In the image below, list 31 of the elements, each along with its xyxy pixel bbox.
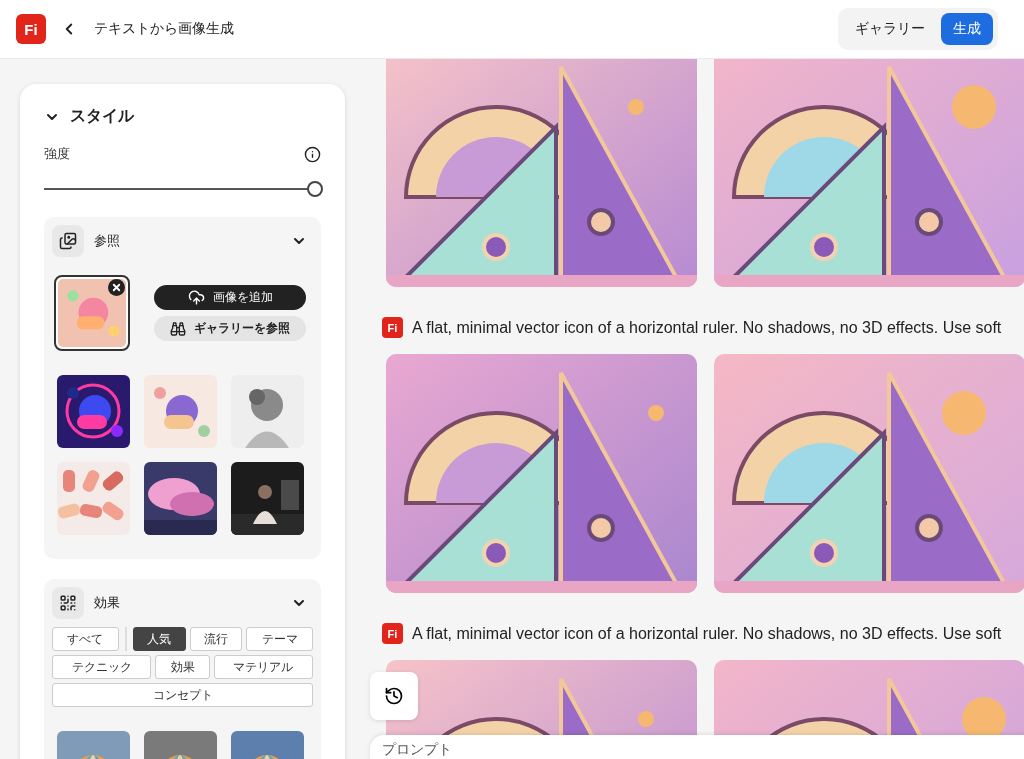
filter-chip[interactable]: テーマ xyxy=(246,627,313,651)
filter-chip[interactable]: マテリアル xyxy=(213,655,313,679)
section-title: 効果 xyxy=(94,594,121,612)
prompt-caption: A flat, minimal vector icon of a horizontal ruler. No shadows, no 3D effects. Use soft xyxy=(412,624,1002,643)
app-badge: Fi xyxy=(382,623,403,644)
filter-chip[interactable]: 効果 xyxy=(155,655,210,679)
upload-icon xyxy=(187,289,205,306)
info-icon[interactable] xyxy=(304,145,321,163)
section-title: スタイル xyxy=(70,106,134,126)
filter-chip[interactable]: 流行 xyxy=(189,627,243,651)
slider-thumb[interactable] xyxy=(307,181,323,197)
prompt-caption: A flat, minimal vector icon of a horizontal ruler. No shadows, no 3D effects. Use soft xyxy=(412,318,1002,337)
filter-chip[interactable]: 人気 xyxy=(132,627,186,651)
page-title: テキストから画像生成 xyxy=(94,20,234,38)
qr-code-icon xyxy=(52,587,84,619)
slider-label: 強度 xyxy=(44,145,70,163)
filter-chip[interactable]: テクニック xyxy=(52,655,152,679)
browse-gallery-button[interactable]: ギャラリーを参照 xyxy=(154,316,306,341)
prompt-label: プロンプト xyxy=(382,741,452,759)
app-badge: Fi xyxy=(382,317,403,338)
add-image-button[interactable]: 画像を追加 xyxy=(154,285,306,310)
nav-tab[interactable]: ギャラリー xyxy=(843,13,937,45)
selected-reference[interactable] xyxy=(54,275,130,351)
filter-chip[interactable]: コンセプト xyxy=(52,683,313,707)
section-title: 参照 xyxy=(94,232,121,250)
nav-tab[interactable]: 生成 xyxy=(941,13,993,45)
app-logo: Fi xyxy=(16,14,46,44)
binoculars-icon xyxy=(170,320,186,337)
history-icon[interactable] xyxy=(370,672,418,720)
image-icon xyxy=(52,225,84,257)
filter-chip[interactable]: すべて xyxy=(52,627,119,651)
